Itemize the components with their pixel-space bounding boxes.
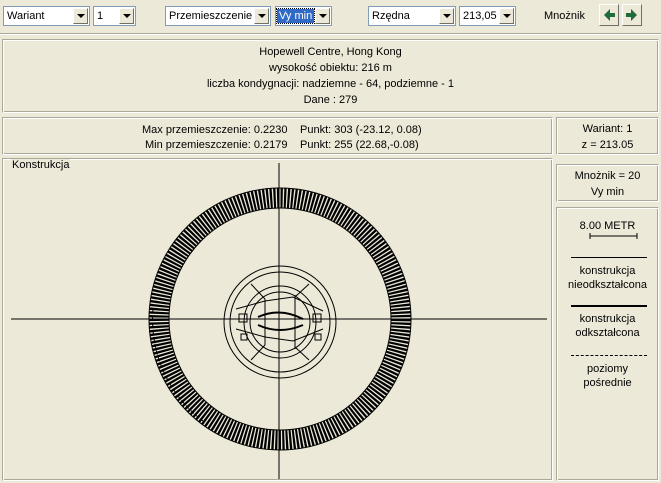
rzedna-value: Rzędna: [372, 10, 410, 22]
object-data-count: Dane : 279: [303, 94, 358, 106]
arrow-left-icon: [604, 9, 615, 21]
multiplier-component: Vy min: [590, 186, 625, 198]
chevron-down-icon[interactable]: [254, 8, 269, 24]
chevron-down-icon[interactable]: [499, 8, 514, 24]
legend-undeformed-label-2: nieodkształcona: [568, 279, 647, 291]
multiplier-decrease-button[interactable]: [599, 4, 619, 26]
displacement-stats-panel: Max przemieszczenie: 0.2230 Punkt: 303 (…: [2, 117, 553, 155]
object-storeys: liczba kondygnacji: nadziemne - 64, podz…: [206, 78, 455, 90]
structure-plan-view[interactable]: [3, 159, 552, 480]
wariant-number-value: 1: [97, 10, 104, 22]
result-type-value: Przemieszczenie: [169, 10, 253, 22]
scale-bar: [589, 233, 638, 239]
legend-panel: 8.00 METR konstrukcja nieodkształcona ko…: [556, 207, 659, 481]
max-point: Punkt: 303 (-23.12, 0.08): [300, 124, 422, 136]
legend-deformed-line: [571, 305, 647, 307]
chevron-down-icon[interactable]: [119, 8, 134, 24]
wariant-number-select[interactable]: 1: [93, 6, 136, 26]
chevron-down-icon[interactable]: [315, 8, 330, 24]
legend-levels-label-2: pośrednie: [583, 377, 632, 389]
chevron-down-icon[interactable]: [439, 8, 454, 24]
multiplier-increase-button[interactable]: [622, 4, 642, 26]
object-info-panel: Hopewell Centre, Hong Kong wysokość obie…: [2, 39, 659, 113]
toolbar: Wariant 1 Przemieszczenie Vy min Rzędna …: [0, 0, 661, 34]
toolbar-separator: [0, 33, 661, 35]
chevron-down-icon[interactable]: [73, 8, 88, 24]
component-value: Vy min: [275, 8, 316, 24]
z-level-label: z = 213.05: [581, 139, 634, 151]
result-type-select[interactable]: Przemieszczenie: [165, 6, 271, 26]
legend-levels-line: [571, 355, 647, 356]
object-name: Hopewell Centre, Hong Kong: [259, 46, 402, 58]
variant-info-panel: Wariant: 1 z = 213.05: [556, 117, 659, 155]
rzedna-select[interactable]: Rzędna: [368, 6, 456, 26]
min-point: Punkt: 255 (22.68,-0.08): [300, 139, 419, 151]
rzedna-level-select[interactable]: 213,05: [459, 6, 516, 26]
component-select[interactable]: Vy min: [275, 6, 332, 26]
variant-label: Wariant: 1: [582, 123, 633, 135]
legend-deformed-label-2: odkształcona: [575, 327, 640, 339]
rzedna-level-value: 213,05: [463, 10, 497, 22]
object-height: wysokość obiektu: 216 m: [269, 62, 392, 74]
central-core: [223, 265, 337, 379]
min-displacement: Min przemieszczenie: 0.2179: [145, 139, 288, 151]
wariant-select[interactable]: Wariant: [3, 6, 90, 26]
max-displacement: Max przemieszczenie: 0.2230: [142, 124, 288, 136]
legend-undeformed-line: [571, 257, 647, 258]
structure-canvas-panel: Konstrukcja: [2, 158, 553, 481]
multiplier-info-panel: Mnożnik = 20 Vy min: [556, 164, 659, 202]
mnoznik-label: Mnożnik: [544, 10, 585, 22]
wariant-select-value: Wariant: [7, 10, 45, 22]
arrow-right-icon: [626, 9, 637, 21]
multiplier-value: Mnożnik = 20: [574, 170, 641, 182]
